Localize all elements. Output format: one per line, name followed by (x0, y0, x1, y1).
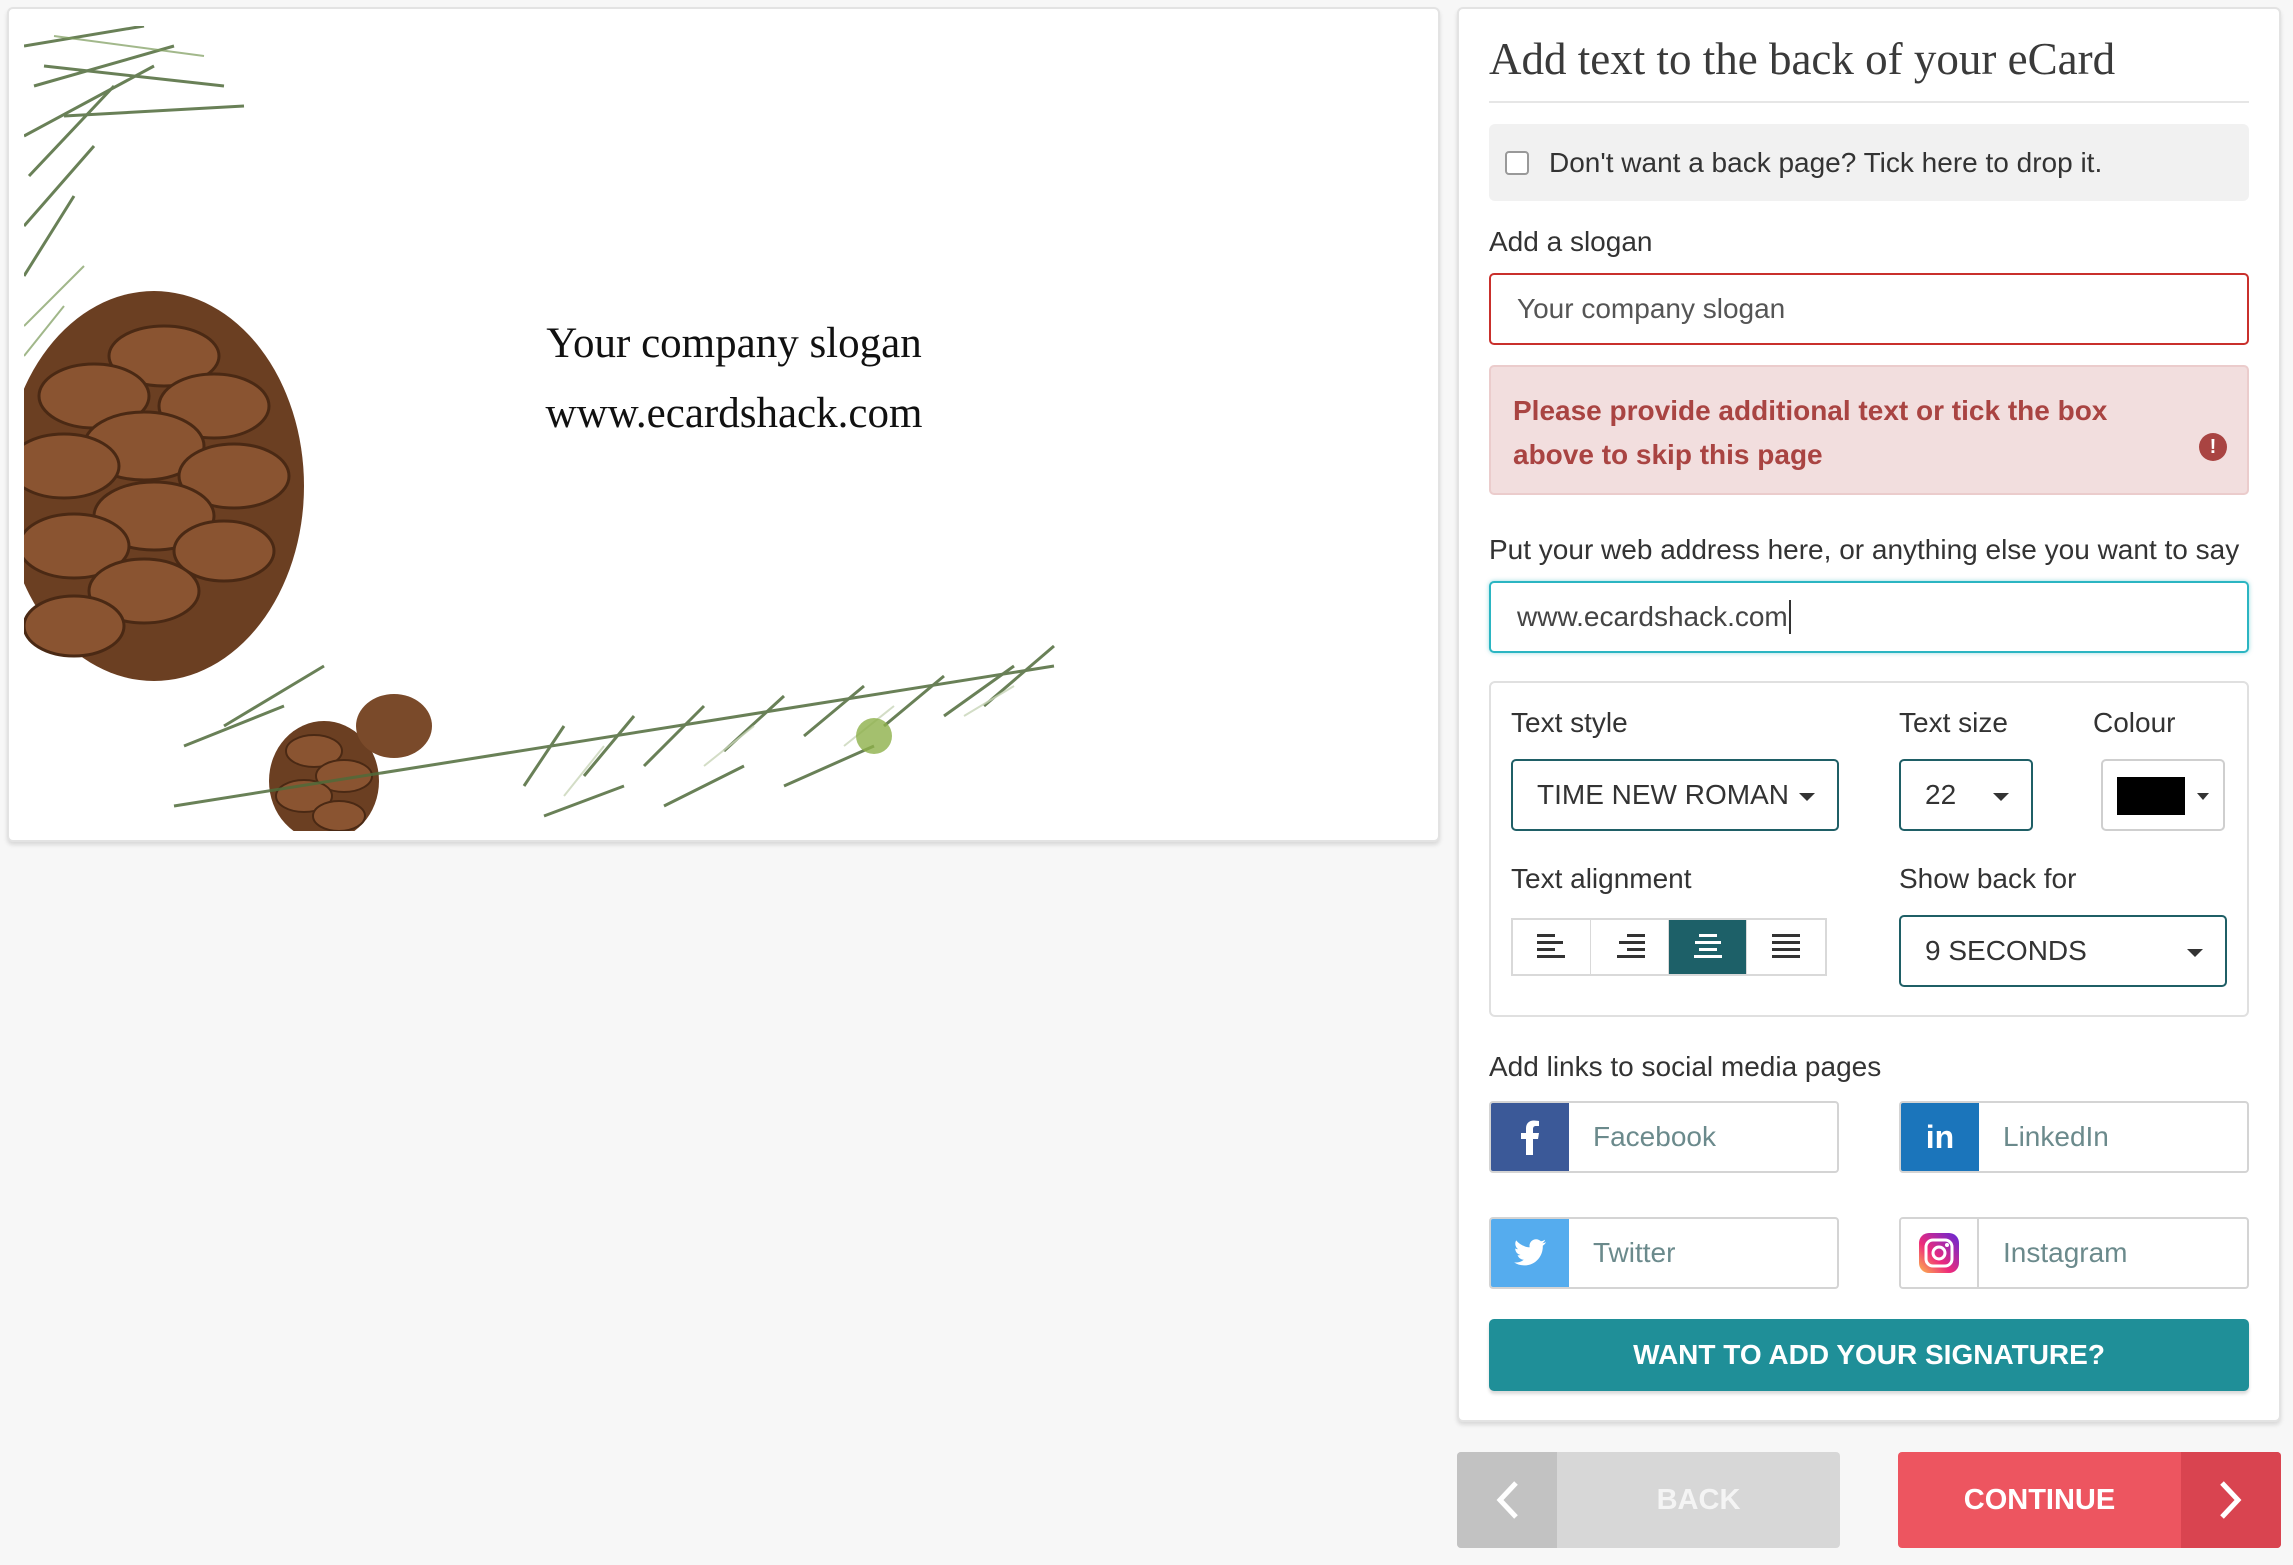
align-justify-icon (1772, 934, 1800, 958)
chevron-down-icon (2197, 793, 2209, 800)
text-style-settings: Text style Text size Colour TIME NEW ROM… (1489, 681, 2249, 1017)
web-address-input[interactable]: www.ecardshack.com (1489, 581, 2249, 653)
continue-button[interactable]: CONTINUE (1898, 1452, 2281, 1548)
preview-web-address: www.ecardshack.com (545, 390, 923, 437)
exclamation-circle-icon: ! (2199, 433, 2227, 461)
align-right-icon (1616, 934, 1645, 958)
text-alignment-label: Text alignment (1511, 863, 1692, 894)
twitter-placeholder: Twitter (1593, 1237, 1676, 1268)
text-caret (1788, 600, 1791, 634)
colour-swatch (2117, 777, 2185, 815)
align-justify-button[interactable] (1747, 920, 1825, 974)
text-alignment-group (1511, 918, 1827, 976)
instagram-icon (1901, 1219, 1979, 1287)
slogan-placeholder: Your company slogan (1517, 293, 1786, 324)
facebook-icon (1491, 1103, 1569, 1171)
linkedin-placeholder: LinkedIn (2003, 1121, 2109, 1152)
show-back-value: 9 SECONDS (1925, 935, 2087, 966)
chevron-left-icon (1457, 1452, 1557, 1548)
back-text-panel: Add text to the back of your eCard Don't… (1457, 7, 2281, 1422)
show-back-select[interactable]: 9 SECONDS (1899, 915, 2227, 987)
colour-label: Colour (2093, 707, 2176, 738)
error-text: Please provide additional text or tick t… (1513, 395, 2108, 470)
preview-slogan: Your company slogan (546, 320, 922, 367)
twitter-icon (1491, 1219, 1569, 1287)
web-address-value: www.ecardshack.com (1517, 601, 1788, 632)
text-style-select[interactable]: TIME NEW ROMAN (1511, 759, 1839, 831)
linkedin-icon: in (1901, 1103, 1979, 1171)
align-right-button[interactable] (1591, 920, 1669, 974)
skip-back-page-option[interactable]: Don't want a back page? Tick here to dro… (1489, 124, 2249, 201)
card-preview: Your company slogan www.ecardshack.com (7, 7, 1440, 842)
chevron-down-icon (2187, 949, 2203, 957)
text-size-select[interactable]: 22 (1899, 759, 2033, 831)
align-center-icon (1693, 934, 1722, 958)
slogan-input[interactable]: Your company slogan (1489, 273, 2249, 345)
slogan-label: Add a slogan (1489, 226, 1653, 257)
align-left-icon (1536, 934, 1565, 958)
add-signature-button[interactable]: WANT TO ADD YOUR SIGNATURE? (1489, 1319, 2249, 1391)
back-button[interactable]: BACK (1457, 1452, 1840, 1548)
facebook-field[interactable]: Facebook (1489, 1101, 1839, 1173)
linkedin-field[interactable]: in LinkedIn (1899, 1101, 2249, 1173)
skip-checkbox[interactable] (1505, 150, 1529, 175)
colour-picker[interactable] (2101, 759, 2225, 831)
back-label: BACK (1656, 1483, 1741, 1516)
text-size-value: 22 (1925, 779, 1957, 810)
panel-title: Add text to the back of your eCard (1489, 33, 2249, 103)
instagram-field[interactable]: Instagram (1899, 1217, 2249, 1289)
skip-label: Don't want a back page? Tick here to dro… (1549, 146, 2103, 178)
chevron-right-icon (2181, 1452, 2281, 1548)
chevron-down-icon (1993, 793, 2009, 801)
text-style-value: TIME NEW ROMAN (1537, 779, 1789, 810)
show-back-label: Show back for (1899, 863, 2077, 894)
chevron-down-icon (1799, 793, 1815, 801)
instagram-placeholder: Instagram (2003, 1237, 2128, 1268)
error-message: Please provide additional text or tick t… (1489, 365, 2249, 495)
text-size-label: Text size (1899, 707, 2008, 738)
align-center-button[interactable] (1669, 920, 1747, 974)
align-left-button[interactable] (1513, 920, 1591, 974)
continue-label: CONTINUE (1963, 1483, 2116, 1516)
twitter-field[interactable]: Twitter (1489, 1217, 1839, 1289)
web-address-label: Put your web address here, or anything e… (1489, 534, 2240, 565)
text-style-label: Text style (1511, 707, 1628, 738)
social-media-label: Add links to social media pages (1489, 1051, 1882, 1082)
facebook-placeholder: Facebook (1593, 1121, 1716, 1152)
